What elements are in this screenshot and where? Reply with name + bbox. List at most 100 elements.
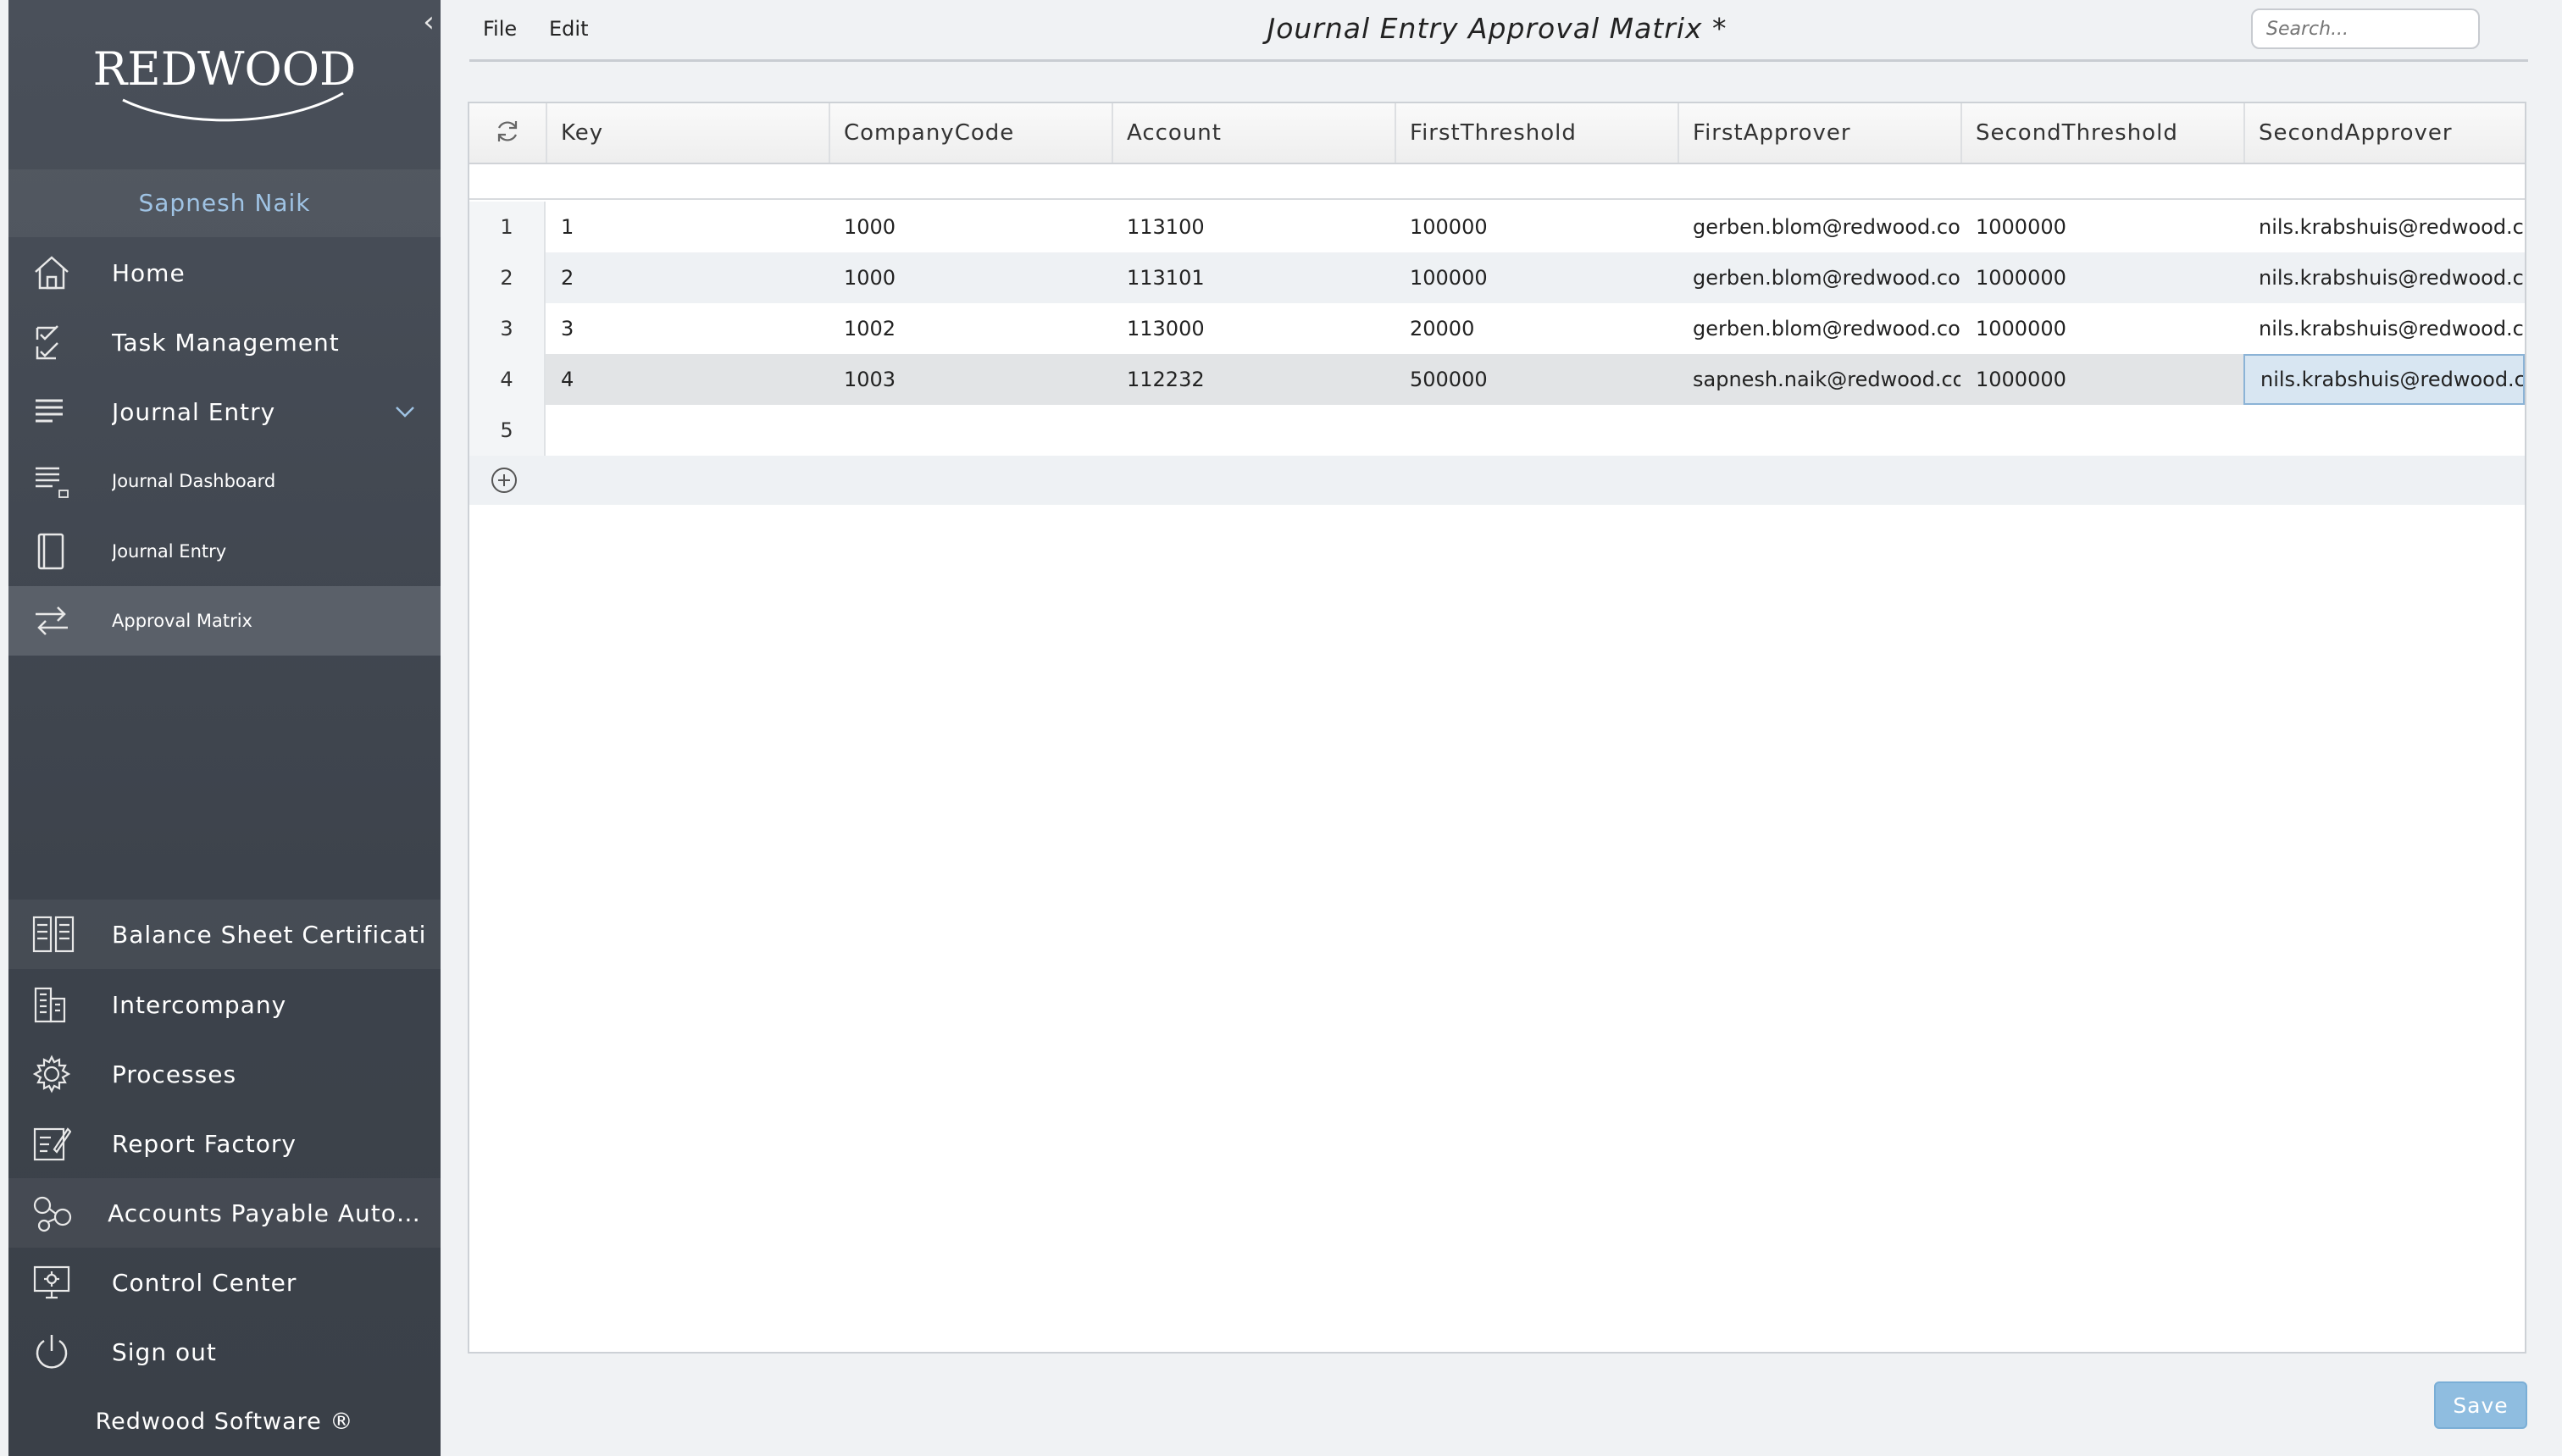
cell-firstthreshold[interactable]: 500000	[1395, 354, 1678, 405]
sidebar-item-label: Accounts Payable Autom...	[108, 1199, 441, 1227]
home-icon	[32, 252, 83, 294]
sidebar-item-journal-entry-group[interactable]: Journal Entry	[8, 381, 441, 442]
cell-secondapprover-focused[interactable]: nils.krabshuis@redwood.com	[2243, 354, 2525, 405]
sidebar-item-intercompany[interactable]: Intercompany	[8, 970, 441, 1039]
logo-text: REDWOOD	[93, 42, 357, 96]
cell-companycode[interactable]: 1002	[829, 303, 1112, 354]
plus-circle-icon	[490, 468, 518, 498]
sidebar-item-label: Approval Matrix	[112, 611, 252, 631]
cell-account[interactable]: 113100	[1112, 202, 1395, 252]
cell-key[interactable]: 1	[546, 202, 829, 252]
cell-key[interactable]: 4	[546, 354, 829, 405]
user-name: Sapnesh Naik	[8, 169, 441, 237]
cell-secondapprover[interactable]: nils.krabshuis@redwood.com	[2243, 303, 2525, 354]
sidebar-item-label: Sign out	[112, 1337, 217, 1366]
cell-firstthreshold[interactable]	[1395, 405, 1678, 456]
sidebar-item-sign-out[interactable]: Sign out	[8, 1317, 441, 1387]
cell-companycode[interactable]: 1003	[829, 354, 1112, 405]
cell-key[interactable]: 2	[546, 252, 829, 303]
title-divider	[469, 59, 2528, 62]
cell-firstapprover[interactable]: gerben.blom@redwood.com	[1678, 202, 1960, 252]
cell-key[interactable]: 3	[546, 303, 829, 354]
refresh-button[interactable]	[469, 103, 546, 163]
sidebar-item-processes[interactable]: Processes	[8, 1039, 441, 1109]
sidebar-item-label: Journal Dashboard	[112, 471, 276, 491]
add-row-button[interactable]	[490, 466, 518, 495]
refresh-icon	[494, 118, 521, 148]
save-button[interactable]: Save	[2434, 1381, 2527, 1429]
sidebar-item-label: Report Factory	[112, 1129, 297, 1158]
sidebar-item-journal-entry[interactable]: Journal Entry	[8, 518, 441, 585]
swap-arrows-icon	[32, 600, 83, 642]
cell-firstthreshold[interactable]: 100000	[1395, 252, 1678, 303]
cell-account[interactable]	[1112, 405, 1395, 456]
column-header-firstthreshold[interactable]: FirstThreshold	[1395, 103, 1678, 163]
cell-firstapprover[interactable]: sapnesh.naik@redwood.com	[1678, 354, 1960, 405]
cell-secondthreshold[interactable]: 1000000	[1960, 202, 2243, 252]
table-row[interactable]: 2 2 1000 113101 100000 gerben.blom@redwo…	[469, 252, 2525, 303]
redwood-logo: REDWOOD	[8, 34, 441, 136]
sidebar-item-label: Balance Sheet Certificati	[112, 920, 427, 949]
filter-row[interactable]	[469, 164, 2525, 200]
sidebar-item-journal-dashboard[interactable]: Journal Dashboard	[8, 449, 441, 513]
sidebar-item-label: Control Center	[112, 1268, 297, 1297]
cell-firstapprover[interactable]: gerben.blom@redwood.com	[1678, 252, 1960, 303]
monitor-gear-icon	[32, 1261, 83, 1304]
sidebar-item-label: Processes	[112, 1060, 237, 1088]
column-header-secondapprover[interactable]: SecondApprover	[2243, 103, 2525, 163]
sidebar-item-task-management[interactable]: Task Management	[8, 313, 441, 372]
cell-firstapprover[interactable]: gerben.blom@redwood.com	[1678, 303, 1960, 354]
task-checklist-icon	[32, 321, 83, 363]
file-menu[interactable]: File	[483, 17, 517, 41]
search-input[interactable]	[2251, 8, 2480, 49]
chevron-down-icon	[395, 403, 415, 424]
column-header-firstapprover[interactable]: FirstApprover	[1678, 103, 1960, 163]
table-row[interactable]: 1 1 1000 113100 100000 gerben.blom@redwo…	[469, 202, 2525, 252]
dashboard-icon	[32, 460, 83, 502]
sidebar-item-balance-sheet-certification[interactable]: Balance Sheet Certificati	[8, 900, 441, 969]
top-bar: Journal Entry Approval Matrix * File Edi…	[468, 0, 2526, 61]
row-number: 2	[469, 252, 546, 303]
report-edit-icon	[32, 1122, 83, 1165]
sidebar-item-home[interactable]: Home	[8, 243, 441, 302]
power-icon	[32, 1331, 83, 1373]
column-header-account[interactable]: Account	[1112, 103, 1395, 163]
cell-companycode[interactable]: 1000	[829, 252, 1112, 303]
cell-firstthreshold[interactable]: 20000	[1395, 303, 1678, 354]
cell-account[interactable]: 113101	[1112, 252, 1395, 303]
journal-lines-icon	[32, 390, 83, 433]
edit-menu[interactable]: Edit	[549, 17, 588, 41]
cell-firstapprover[interactable]	[1678, 405, 1960, 456]
sidebar-item-label: Journal Entry	[112, 541, 227, 562]
buildings-icon	[32, 983, 83, 1026]
cell-secondapprover[interactable]: nils.krabshuis@redwood.com	[2243, 252, 2525, 303]
cell-account[interactable]: 112232	[1112, 354, 1395, 405]
cell-secondapprover[interactable]: nils.krabshuis@redwood.com	[2243, 202, 2525, 252]
row-number: 4	[469, 354, 546, 405]
page-title: Journal Entry Approval Matrix *	[1267, 12, 1727, 45]
cell-key[interactable]	[546, 405, 829, 456]
cell-secondthreshold[interactable]: 1000000	[1960, 354, 2243, 405]
table-row-selected[interactable]: 4 4 1003 112232 500000 sapnesh.naik@redw…	[469, 354, 2525, 405]
cell-companycode[interactable]: 1000	[829, 202, 1112, 252]
cell-secondthreshold[interactable]: 1000000	[1960, 303, 2243, 354]
cell-secondthreshold[interactable]	[1960, 405, 2243, 456]
column-header-key[interactable]: Key	[546, 103, 829, 163]
table-row[interactable]: 3 3 1002 113000 20000 gerben.blom@redwoo…	[469, 303, 2525, 354]
table-row[interactable]: 5	[469, 405, 2525, 456]
sidebar-item-report-factory[interactable]: Report Factory	[8, 1109, 441, 1178]
column-header-secondthreshold[interactable]: SecondThreshold	[1960, 103, 2243, 163]
cell-secondthreshold[interactable]: 1000000	[1960, 252, 2243, 303]
row-number: 5	[469, 405, 546, 456]
cell-account[interactable]: 113000	[1112, 303, 1395, 354]
column-header-companycode[interactable]: CompanyCode	[829, 103, 1112, 163]
row-number: 3	[469, 303, 546, 354]
sidebar-item-control-center[interactable]: Control Center	[8, 1248, 441, 1317]
cell-companycode[interactable]	[829, 405, 1112, 456]
sidebar-item-approval-matrix[interactable]: Approval Matrix	[8, 586, 441, 656]
cell-firstthreshold[interactable]: 100000	[1395, 202, 1678, 252]
sidebar-item-label: Intercompany	[112, 990, 287, 1019]
sidebar-item-accounts-payable-automation[interactable]: Accounts Payable Autom...	[8, 1178, 441, 1248]
cell-secondapprover[interactable]	[2243, 405, 2525, 456]
sidebar: ‹ REDWOOD Sapnesh Naik Home Task Managem…	[8, 0, 441, 1456]
